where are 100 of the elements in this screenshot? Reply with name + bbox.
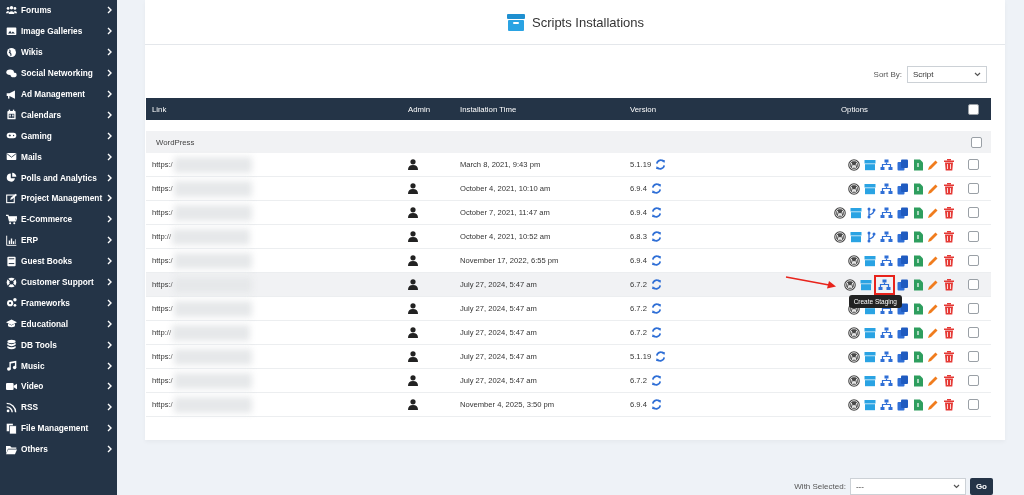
pencil-icon[interactable]: [927, 278, 939, 291]
sidebar-item[interactable]: RSS: [0, 396, 117, 418]
file-icon[interactable]: [913, 158, 923, 171]
user-icon[interactable]: [408, 279, 418, 290]
user-icon[interactable]: [408, 399, 418, 410]
sidebar-item[interactable]: Customer Support: [0, 271, 117, 293]
trash-icon[interactable]: [943, 302, 955, 315]
pencil-icon[interactable]: [927, 326, 939, 339]
branch-icon[interactable]: [866, 230, 876, 243]
sidebar-item[interactable]: Video: [0, 376, 117, 397]
file-icon[interactable]: [913, 278, 923, 291]
trash-icon[interactable]: [943, 182, 955, 195]
sidebar-item[interactable]: DB Tools: [0, 334, 117, 356]
checkbox[interactable]: [967, 327, 979, 338]
checkbox[interactable]: [967, 255, 979, 266]
wordpress-logo-icon[interactable]: [848, 374, 860, 387]
copy-icon[interactable]: [897, 254, 909, 267]
trash-icon[interactable]: [943, 398, 955, 411]
checkbox[interactable]: [967, 231, 979, 242]
checkbox[interactable]: [967, 303, 979, 314]
trash-icon[interactable]: [943, 350, 955, 363]
pencil-icon[interactable]: [927, 302, 939, 315]
file-icon[interactable]: [913, 182, 923, 195]
file-icon[interactable]: [913, 254, 923, 267]
branch-icon[interactable]: [866, 206, 876, 219]
pencil-icon[interactable]: [927, 182, 939, 195]
file-icon[interactable]: [913, 206, 923, 219]
refresh-icon[interactable]: [650, 303, 662, 314]
trash-icon[interactable]: [943, 254, 955, 267]
sidebar-item[interactable]: Guest Books: [0, 250, 117, 272]
sidebar-item[interactable]: Image Galleries: [0, 20, 117, 42]
user-icon[interactable]: [408, 255, 418, 266]
file-icon[interactable]: [913, 374, 923, 387]
copy-icon[interactable]: [897, 350, 909, 363]
refresh-icon[interactable]: [650, 255, 662, 266]
sidebar-item[interactable]: Others: [0, 438, 117, 460]
copy-icon[interactable]: [897, 182, 909, 195]
user-icon[interactable]: [408, 207, 418, 218]
user-icon[interactable]: [408, 303, 418, 314]
refresh-icon[interactable]: [650, 279, 662, 290]
sidebar-item[interactable]: Frameworks: [0, 292, 117, 314]
sidebar-item[interactable]: File Management: [0, 417, 117, 439]
sidebar-item[interactable]: Project Management: [0, 188, 117, 209]
sidebar-item[interactable]: Ad Management: [0, 83, 117, 105]
pencil-icon[interactable]: [927, 158, 939, 171]
user-icon[interactable]: [408, 375, 418, 386]
wordpress-logo-icon[interactable]: [848, 350, 860, 363]
checkbox[interactable]: [967, 159, 979, 170]
pencil-icon[interactable]: [927, 350, 939, 363]
checkbox[interactable]: [967, 351, 979, 362]
user-icon[interactable]: [408, 351, 418, 362]
bulk-action-select[interactable]: ---: [849, 478, 966, 495]
checkbox[interactable]: [967, 399, 979, 410]
sidebar-item[interactable]: Polls and Analytics: [0, 167, 117, 188]
wordpress-logo-icon[interactable]: [844, 278, 856, 291]
user-icon[interactable]: [408, 183, 418, 194]
trash-icon[interactable]: [943, 278, 955, 291]
sort-select[interactable]: Script: [907, 66, 987, 83]
trash-icon[interactable]: [943, 374, 955, 387]
wordpress-logo-icon[interactable]: [848, 182, 860, 195]
checkbox[interactable]: [967, 375, 979, 386]
sidebar-item[interactable]: Social Networking: [0, 62, 117, 84]
refresh-icon[interactable]: [650, 207, 662, 218]
trash-icon[interactable]: [943, 206, 955, 219]
trash-icon[interactable]: [943, 158, 955, 171]
copy-icon[interactable]: [897, 206, 909, 219]
file-icon[interactable]: [913, 398, 923, 411]
file-icon[interactable]: [913, 326, 923, 339]
checkbox[interactable]: [971, 136, 982, 148]
copy-icon[interactable]: [897, 302, 909, 315]
refresh-icon[interactable]: [655, 351, 667, 362]
checkbox[interactable]: [967, 207, 979, 218]
file-icon[interactable]: [913, 350, 923, 363]
sidebar-item[interactable]: Forums: [0, 0, 117, 21]
wordpress-logo-icon[interactable]: [848, 158, 860, 171]
wordpress-logo-icon[interactable]: [834, 206, 846, 219]
refresh-icon[interactable]: [650, 231, 662, 242]
sidebar-item[interactable]: ERP: [0, 229, 117, 251]
go-button[interactable]: Go: [969, 478, 993, 495]
user-icon[interactable]: [408, 231, 418, 242]
copy-icon[interactable]: [897, 374, 909, 387]
trash-icon[interactable]: [943, 230, 955, 243]
checkbox[interactable]: [967, 103, 979, 115]
sidebar-item[interactable]: Wikis: [0, 41, 117, 63]
sidebar-item[interactable]: Mails: [0, 146, 117, 168]
trash-icon[interactable]: [943, 326, 955, 339]
wordpress-logo-icon[interactable]: [848, 326, 860, 339]
sidebar-item[interactable]: Calendars: [0, 104, 117, 126]
copy-icon[interactable]: [897, 158, 909, 171]
user-icon[interactable]: [408, 327, 418, 338]
refresh-icon[interactable]: [650, 327, 662, 338]
file-icon[interactable]: [913, 230, 923, 243]
refresh-icon[interactable]: [655, 159, 667, 170]
sidebar-item[interactable]: E-Commerce: [0, 208, 117, 230]
wordpress-logo-icon[interactable]: [848, 398, 860, 411]
wordpress-logo-icon[interactable]: [834, 230, 846, 243]
refresh-icon[interactable]: [650, 183, 662, 194]
user-icon[interactable]: [408, 159, 418, 170]
pencil-icon[interactable]: [927, 206, 939, 219]
copy-icon[interactable]: [897, 326, 909, 339]
